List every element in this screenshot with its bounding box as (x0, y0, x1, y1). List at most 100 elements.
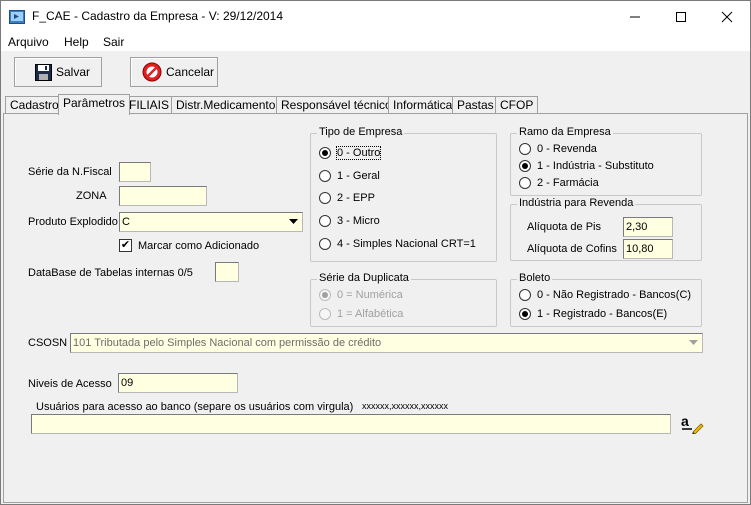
serie-duplicata-title: Série da Duplicata (317, 272, 411, 284)
tipo-empresa-option-3-label: 3 - Micro (337, 215, 380, 227)
title-bar: F_CAE - Cadastro da Empresa - V: 29/12/2… (1, 1, 750, 32)
tipo-empresa-option-1-label: 1 - Geral (337, 170, 380, 182)
radio-selected-icon (519, 308, 531, 320)
aliquota-pis-label: Alíquota de Pis (527, 221, 601, 233)
save-button-label: Salvar (56, 65, 91, 79)
minimize-button[interactable] (612, 1, 658, 32)
radio-icon (519, 289, 531, 301)
database-label: DataBase de Tabelas internas 0/5 (28, 267, 193, 279)
serie-duplicata-option-0[interactable]: 0 = Numérica (319, 289, 403, 301)
serie-duplicata-option-0-label: 0 = Numérica (337, 289, 403, 301)
svg-text:a: a (681, 413, 689, 429)
cancel-button-label: Cancelar (166, 65, 215, 79)
ramo-empresa-option-1-label: 1 - Indústria - Substituto (537, 160, 654, 172)
radio-icon (319, 308, 331, 320)
tipo-empresa-option-0[interactable]: 0 - Outro (319, 146, 382, 160)
tab-cfop[interactable]: CFOP (495, 96, 539, 114)
tipo-empresa-group: Tipo de Empresa 0 - Outro 1 - Geral 2 - … (310, 126, 497, 262)
usuarios-input[interactable] (31, 414, 671, 434)
serie-nf-input[interactable] (119, 162, 151, 182)
serie-nf-label: Série da N.Fiscal (28, 166, 112, 178)
tab-pastas[interactable]: Pastas (452, 96, 499, 114)
ramo-empresa-option-1[interactable]: 1 - Indústria - Substituto (519, 160, 654, 172)
radio-selected-icon (519, 160, 531, 172)
floppy-disk-icon (35, 63, 52, 81)
chevron-down-icon[interactable] (285, 213, 302, 231)
tab-filiais[interactable]: FILIAIS (124, 96, 175, 114)
aliquota-pis-input[interactable]: 2,30 (623, 217, 673, 237)
menu-help[interactable]: Help (64, 35, 89, 49)
ramo-empresa-option-0-label: 0 - Revenda (537, 143, 597, 155)
tab-distr-medicamentos[interactable]: Distr.Medicamentos (171, 96, 287, 114)
tab-parametros[interactable]: Parâmetros (58, 94, 131, 115)
main-window: F_CAE - Cadastro da Empresa - V: 29/12/2… (0, 0, 751, 505)
app-icon[interactable] (9, 9, 25, 25)
tipo-empresa-option-2[interactable]: 2 - EPP (319, 192, 375, 204)
boleto-option-0[interactable]: 0 - Não Registrado - Bancos(C) (519, 289, 691, 301)
menu-arquivo[interactable]: Arquivo (8, 35, 49, 49)
ramo-empresa-group: Ramo da Empresa 0 - Revenda 1 - Indústri… (510, 126, 702, 196)
menu-bar: Arquivo Help Sair (1, 32, 750, 52)
niveis-acesso-label: Niveis de Acesso (28, 378, 112, 390)
radio-icon (319, 170, 331, 182)
usuarios-label: Usuários para acesso ao banco (separe os… (36, 401, 354, 413)
maximize-button[interactable] (658, 1, 704, 32)
boleto-title: Boleto (517, 272, 553, 284)
radio-selected-icon (319, 289, 331, 301)
tab-strip: Cadastro Parâmetros FILIAIS Distr.Medica… (1, 94, 750, 115)
cancel-button[interactable]: Cancelar (130, 57, 218, 87)
tipo-empresa-option-0-label: 0 - Outro (335, 146, 382, 160)
tipo-empresa-option-1[interactable]: 1 - Geral (319, 170, 380, 182)
no-entry-icon (142, 62, 162, 82)
checkmark-icon: ✔ (119, 239, 132, 252)
radio-icon (319, 192, 331, 204)
usuarios-hint: xxxxxx,xxxxxx,xxxxxx (362, 401, 449, 411)
csosn-label: CSOSN (28, 337, 68, 349)
produto-explodido-value: C (122, 216, 130, 228)
boleto-group: Boleto 0 - Não Registrado - Bancos(C) 1 … (510, 272, 702, 327)
produto-explodido-label: Produto Explodido (28, 216, 118, 228)
industria-revenda-title: Indústria para Revenda (517, 197, 636, 209)
boleto-option-1[interactable]: 1 - Registrado - Bancos(E) (519, 308, 667, 320)
tipo-empresa-option-4[interactable]: 4 - Simples Nacional CRT=1 (319, 238, 476, 250)
radio-icon (519, 143, 531, 155)
radio-selected-icon (319, 147, 331, 159)
ramo-empresa-option-2-label: 2 - Farmácia (537, 177, 599, 189)
niveis-acesso-input[interactable]: 09 (118, 373, 238, 393)
boleto-option-0-label: 0 - Não Registrado - Bancos(C) (537, 289, 692, 301)
tipo-empresa-option-3[interactable]: 3 - Micro (319, 215, 380, 227)
spell-check-button[interactable]: a (680, 412, 704, 434)
radio-icon (519, 177, 531, 189)
tab-responsavel-tecnico[interactable]: Responsável técnico (276, 96, 397, 114)
zona-input[interactable] (119, 186, 207, 206)
window-title: F_CAE - Cadastro da Empresa - V: 29/12/2… (32, 9, 284, 23)
tipo-empresa-title: Tipo de Empresa (317, 126, 405, 138)
radio-icon (319, 238, 331, 250)
parametros-panel: Série da N.Fiscal ZONA Produto Explodido… (3, 113, 748, 503)
tab-cadastro[interactable]: Cadastro (5, 96, 64, 114)
ramo-empresa-option-2[interactable]: 2 - Farmácia (519, 177, 599, 189)
serie-duplicata-option-1-label: 1 = Alfabética (337, 308, 404, 320)
industria-revenda-group: Indústria para Revenda Alíquota de Pis 2… (510, 197, 702, 261)
ramo-empresa-title: Ramo da Empresa (517, 126, 613, 138)
aliquota-cofins-label: Alíquota de Cofins (527, 243, 617, 255)
database-input[interactable] (215, 262, 239, 282)
tipo-empresa-option-4-label: 4 - Simples Nacional CRT=1 (337, 238, 476, 250)
tab-informatica[interactable]: Informática (388, 96, 458, 114)
csosn-select[interactable]: 101 Tributada pelo Simples Nacional com … (70, 333, 703, 353)
chevron-down-icon[interactable] (685, 334, 702, 352)
marcar-adicionado-checkbox[interactable]: ✔ Marcar como Adicionado (119, 239, 259, 252)
close-button[interactable] (704, 1, 750, 32)
menu-sair[interactable]: Sair (103, 35, 124, 49)
save-button[interactable]: Salvar (14, 57, 102, 87)
tipo-empresa-option-2-label: 2 - EPP (337, 192, 375, 204)
zona-label: ZONA (76, 190, 107, 202)
ramo-empresa-option-0[interactable]: 0 - Revenda (519, 143, 597, 155)
aliquota-cofins-input[interactable]: 10,80 (623, 239, 673, 259)
produto-explodido-select[interactable]: C (119, 212, 303, 232)
csosn-value: 101 Tributada pelo Simples Nacional com … (73, 337, 382, 349)
serie-duplicata-option-1[interactable]: 1 = Alfabética (319, 308, 403, 320)
serie-duplicata-group: Série da Duplicata 0 = Numérica 1 = Alfa… (310, 272, 497, 327)
toolbar: Salvar Cancelar (1, 53, 750, 93)
marcar-adicionado-label: Marcar como Adicionado (138, 239, 260, 252)
